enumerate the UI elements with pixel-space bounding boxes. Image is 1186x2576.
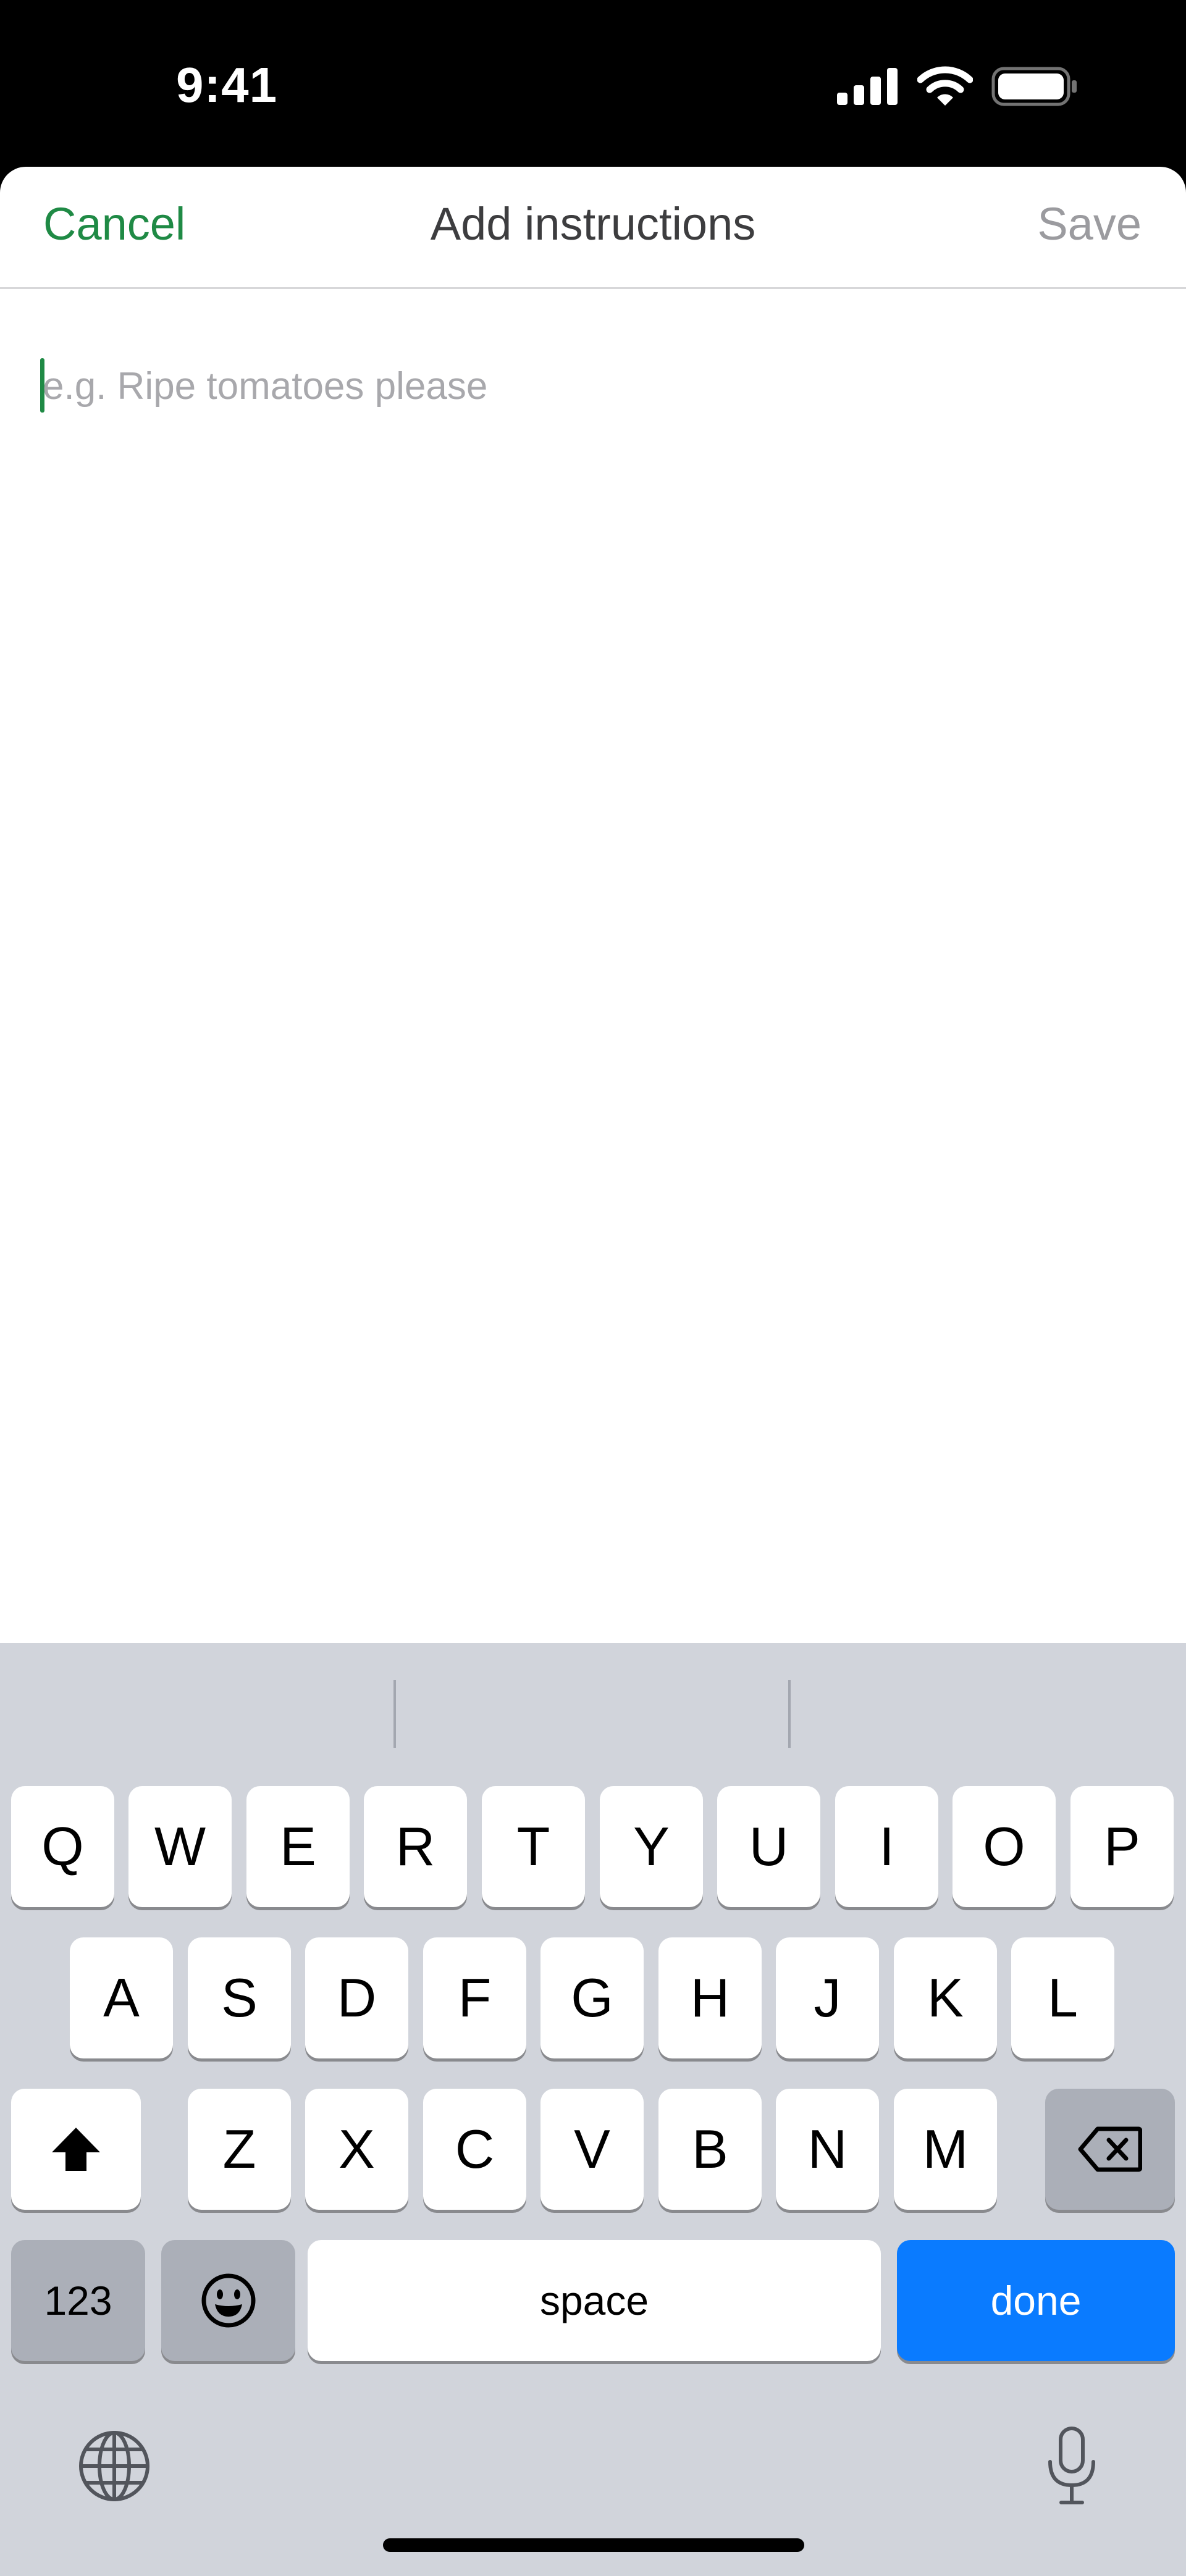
key-o[interactable]: O xyxy=(953,1786,1056,1907)
globe-icon xyxy=(79,2431,149,2501)
done-key[interactable]: done xyxy=(897,2240,1175,2361)
key-i[interactable]: I xyxy=(835,1786,938,1907)
shift-arrow-icon xyxy=(52,2128,100,2171)
key-g[interactable]: G xyxy=(540,1937,644,2058)
key-e[interactable]: E xyxy=(246,1786,350,1907)
input-placeholder: e.g. Ripe tomatoes please xyxy=(43,365,488,408)
key-q[interactable]: Q xyxy=(11,1786,114,1907)
emoji-key[interactable] xyxy=(161,2240,295,2361)
key-v[interactable]: V xyxy=(540,2089,644,2210)
numbers-key[interactable]: 123 xyxy=(11,2240,145,2361)
key-l[interactable]: L xyxy=(1011,1937,1114,2058)
key-t[interactable]: T xyxy=(482,1786,585,1907)
key-c[interactable]: C xyxy=(423,2089,526,2210)
key-b[interactable]: B xyxy=(658,2089,762,2210)
cellular-signal-icon xyxy=(837,68,898,105)
suggestion-divider xyxy=(393,1680,396,1748)
key-z[interactable]: Z xyxy=(188,2089,291,2210)
key-y[interactable]: Y xyxy=(600,1786,703,1907)
emoji-icon xyxy=(201,2273,255,2328)
key-r[interactable]: R xyxy=(364,1786,467,1907)
home-indicator[interactable] xyxy=(383,2538,804,2552)
key-h[interactable]: H xyxy=(658,1937,762,2058)
status-time: 9:41 xyxy=(176,57,278,112)
key-m[interactable]: M xyxy=(894,2089,997,2210)
status-icons xyxy=(837,62,1078,111)
shift-key[interactable] xyxy=(11,2089,141,2210)
wifi-icon xyxy=(917,66,973,106)
instructions-input[interactable]: e.g. Ripe tomatoes please xyxy=(37,358,1149,426)
battery-icon xyxy=(991,67,1077,106)
space-key[interactable]: space xyxy=(308,2240,881,2361)
key-k[interactable]: K xyxy=(894,1937,997,2058)
globe-button[interactable] xyxy=(71,2423,158,2509)
dictation-button[interactable] xyxy=(1028,2423,1115,2509)
key-f[interactable]: F xyxy=(423,1937,526,2058)
save-button[interactable]: Save xyxy=(1037,198,1142,250)
suggestion-divider xyxy=(788,1680,791,1748)
navigation-bar: Cancel Add instructions Save xyxy=(0,167,1186,289)
key-u[interactable]: U xyxy=(717,1786,820,1907)
keyboard: Q W E R T Y U I O P A S D F G H J K L Z … xyxy=(0,1643,1186,2576)
key-a[interactable]: A xyxy=(70,1937,173,2058)
key-d[interactable]: D xyxy=(305,1937,408,2058)
delete-key[interactable] xyxy=(1045,2089,1175,2210)
status-bar: 9:41 xyxy=(0,0,1186,167)
backspace-icon xyxy=(1078,2126,1142,2172)
microphone-icon xyxy=(1048,2427,1095,2504)
cancel-button[interactable]: Cancel xyxy=(43,198,185,250)
key-x[interactable]: X xyxy=(305,2089,408,2210)
key-w[interactable]: W xyxy=(128,1786,232,1907)
key-n[interactable]: N xyxy=(776,2089,879,2210)
key-j[interactable]: J xyxy=(776,1937,879,2058)
key-p[interactable]: P xyxy=(1070,1786,1174,1907)
key-s[interactable]: S xyxy=(188,1937,291,2058)
